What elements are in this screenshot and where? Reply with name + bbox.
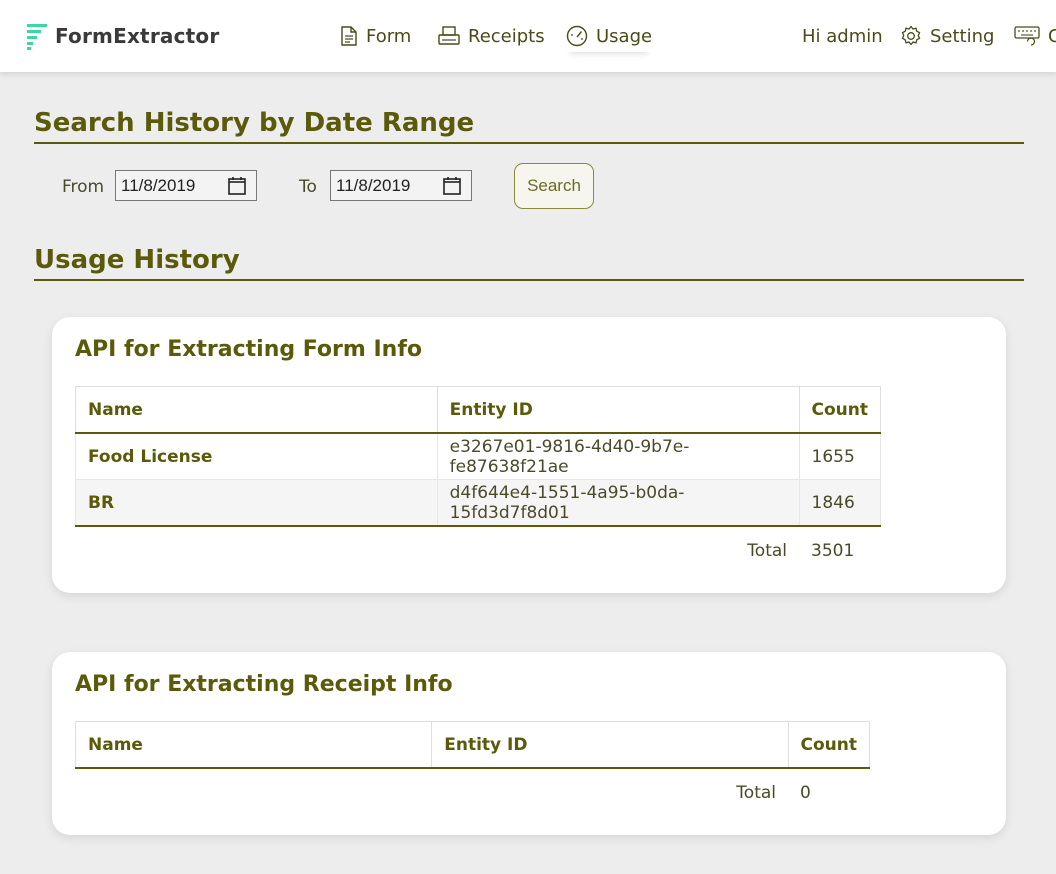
total-spacer: [76, 526, 438, 575]
column-header-name: Name: [75, 386, 438, 434]
form-api-table: Name Entity ID Count Food License e3267e…: [75, 386, 881, 575]
brand[interactable]: FormExtractor: [27, 20, 219, 52]
logo-icon: [27, 24, 47, 50]
table-header: Name Entity ID Count: [74, 721, 870, 769]
row-name: Food License: [75, 432, 438, 480]
total-label: Total: [736, 783, 776, 803]
total-value: 0: [800, 783, 811, 803]
column-header-count: Count: [787, 721, 870, 769]
app-name: FormExtractor: [55, 24, 220, 48]
total-label: Total: [747, 541, 787, 561]
document-icon: [341, 26, 357, 46]
to-date-value: 11/8/2019: [336, 175, 411, 195]
nav-setting[interactable]: Setting: [900, 20, 994, 52]
nav-setting-label: Setting: [930, 25, 995, 47]
calendar-icon[interactable]: [442, 176, 462, 196]
user-greeting: Hi admin: [802, 20, 883, 52]
to-label: To: [299, 177, 317, 197]
table-row[interactable]: Food License e3267e01-9816-4d40-9b7e-fe8…: [75, 432, 881, 480]
total-row: Total 0: [76, 768, 870, 817]
row-count: 1846: [798, 479, 881, 527]
nav-form-label: Form: [366, 25, 412, 47]
top-navbar: FormExtractor Form Receipts Usage Hi adm…: [0, 0, 1056, 72]
row-name: BR: [75, 479, 438, 527]
nav-receipts-label: Receipts: [468, 25, 545, 47]
column-header-count: Count: [798, 386, 881, 434]
nav-extra-label: C: [1048, 25, 1056, 47]
nav-receipts[interactable]: Receipts: [438, 20, 545, 52]
gear-icon: [901, 25, 921, 46]
nav-usage-label: Usage: [596, 25, 653, 47]
row-entity-id: d4f644e4-1551-4a95-b0da-15fd3d7f8d01: [436, 479, 800, 527]
form-api-title: API for Extracting Form Info: [75, 337, 423, 362]
receipt-api-card: API for Extracting Receipt Info Name Ent…: [52, 652, 1006, 835]
total-value: 3501: [811, 541, 855, 561]
table-header: Name Entity ID Count: [75, 386, 881, 434]
printer-icon: [438, 26, 460, 45]
greeting-text: Hi admin: [802, 25, 883, 47]
receipt-api-table: Name Entity ID Count Total 0: [74, 721, 870, 817]
gauge-icon: [566, 25, 588, 47]
from-date-value: 11/8/2019: [121, 175, 196, 195]
nav-usage[interactable]: Usage: [566, 20, 652, 52]
to-date-input[interactable]: 11/8/2019: [330, 170, 472, 201]
nav-form[interactable]: Form: [340, 20, 411, 52]
search-button[interactable]: Search: [514, 163, 594, 209]
search-heading: Search History by Date Range: [34, 108, 1024, 144]
column-header-entity-id: Entity ID: [431, 721, 789, 769]
column-header-name: Name: [74, 721, 433, 769]
table-row[interactable]: BR d4f644e4-1551-4a95-b0da-15fd3d7f8d01 …: [75, 479, 881, 527]
receipt-api-title: API for Extracting Receipt Info: [75, 672, 453, 697]
total-spacer: [76, 768, 432, 817]
total-row: Total 3501: [76, 526, 881, 575]
keyboard-icon: [1014, 26, 1040, 46]
row-entity-id: e3267e01-9816-4d40-9b7e-fe87638f21ae: [436, 432, 800, 480]
from-date-input[interactable]: 11/8/2019: [115, 170, 257, 201]
nav-extra[interactable]: C: [1014, 20, 1056, 52]
usage-heading: Usage History: [34, 245, 1024, 281]
from-label: From: [62, 177, 105, 197]
calendar-icon[interactable]: [227, 176, 247, 196]
form-api-card: API for Extracting Form Info Name Entity…: [52, 317, 1006, 593]
row-count: 1655: [798, 432, 881, 480]
column-header-entity-id: Entity ID: [436, 386, 800, 434]
